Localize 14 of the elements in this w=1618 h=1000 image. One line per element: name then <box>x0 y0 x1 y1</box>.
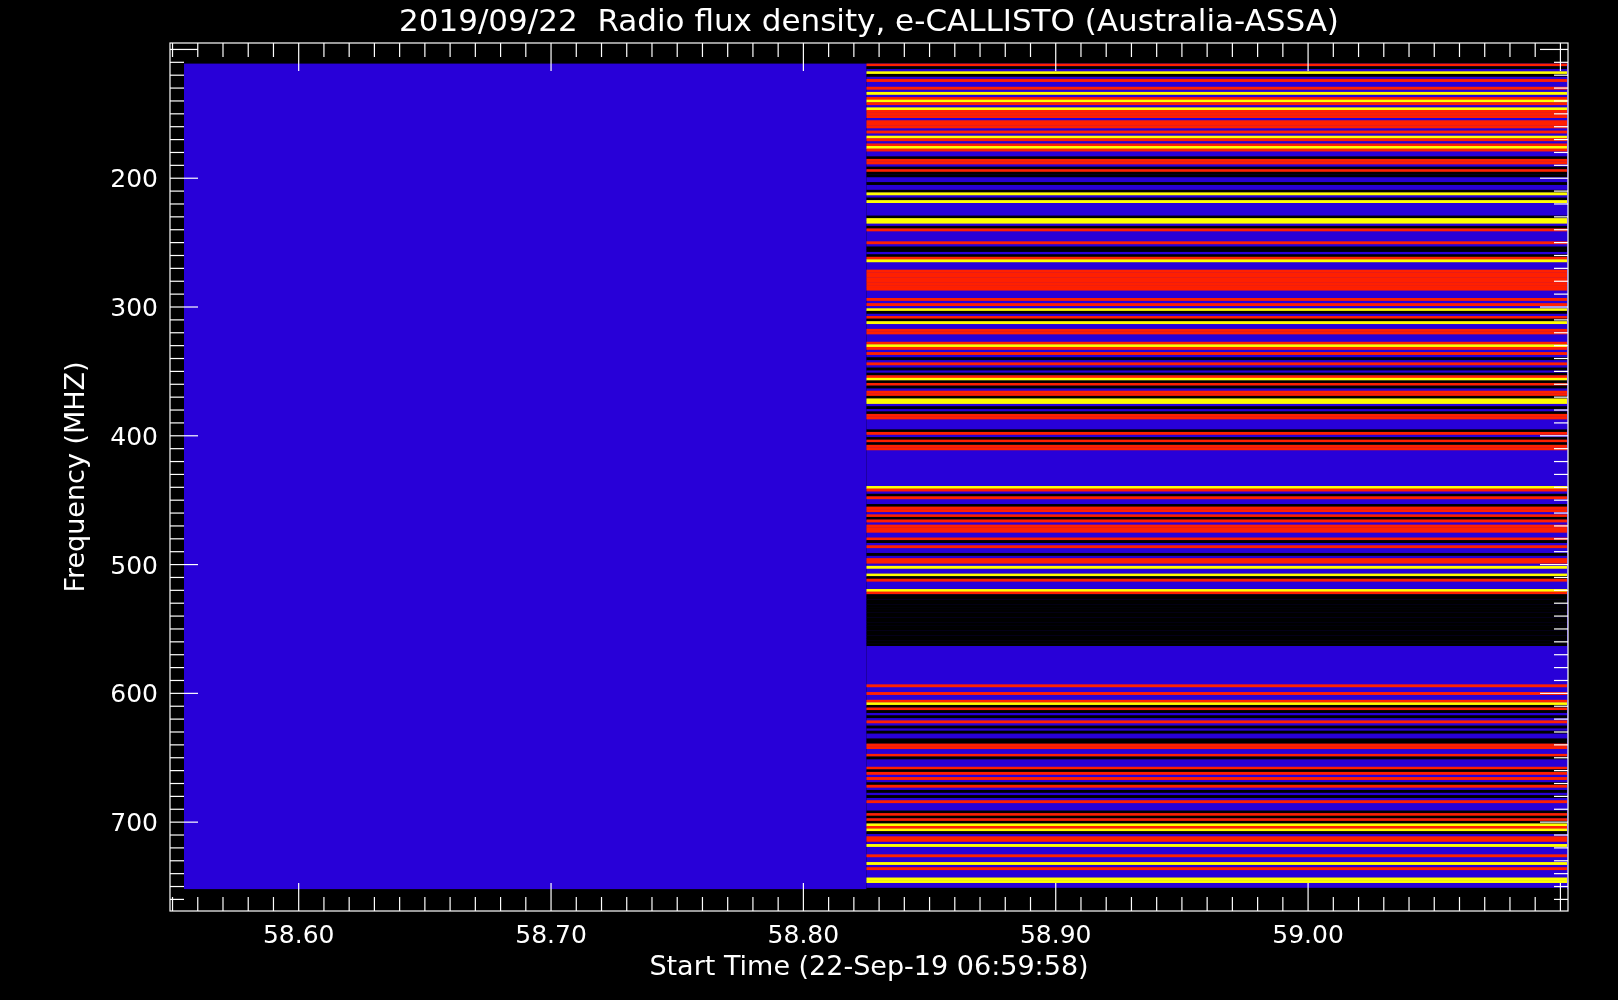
y-tick-label: 600 <box>110 679 158 709</box>
y-axis-label: Frequency (MHZ) <box>59 361 90 593</box>
x-tick-label: 58.70 <box>515 920 587 949</box>
y-tick-label: 400 <box>110 421 158 451</box>
y-tick-label: 300 <box>110 293 158 322</box>
x-tick-label: 59.00 <box>1272 920 1344 949</box>
x-tick-label: 58.90 <box>1019 920 1092 949</box>
y-tick-label: 200 <box>110 164 158 194</box>
x-tick-label: 58.60 <box>262 920 335 949</box>
x-axis-label: Start Time (22-Sep-19 06:59:58) <box>649 950 1089 981</box>
y-tick-label: 700 <box>110 808 158 838</box>
chart-title: 2019/09/22 Radio flux density, e-CALLISTO (Australia-ASSA) <box>399 2 1339 38</box>
y-tick-label: 500 <box>110 550 158 580</box>
x-tick-label: 58.80 <box>767 920 840 949</box>
